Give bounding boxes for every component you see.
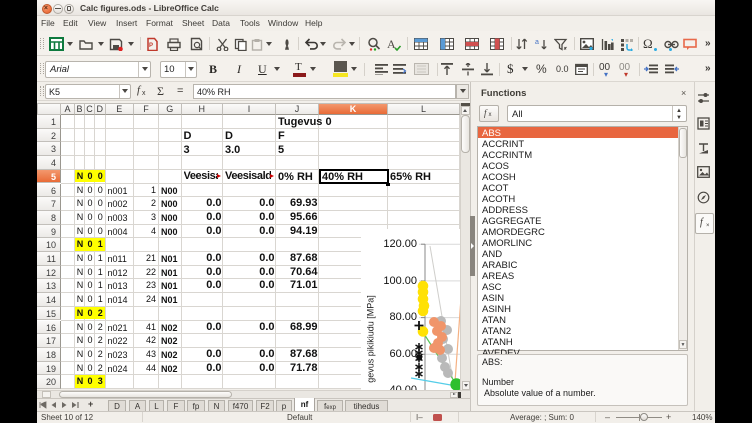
svg-text:A: A: [387, 37, 396, 51]
svg-text:P: P: [149, 43, 153, 49]
svg-text:a: a: [535, 39, 539, 46]
